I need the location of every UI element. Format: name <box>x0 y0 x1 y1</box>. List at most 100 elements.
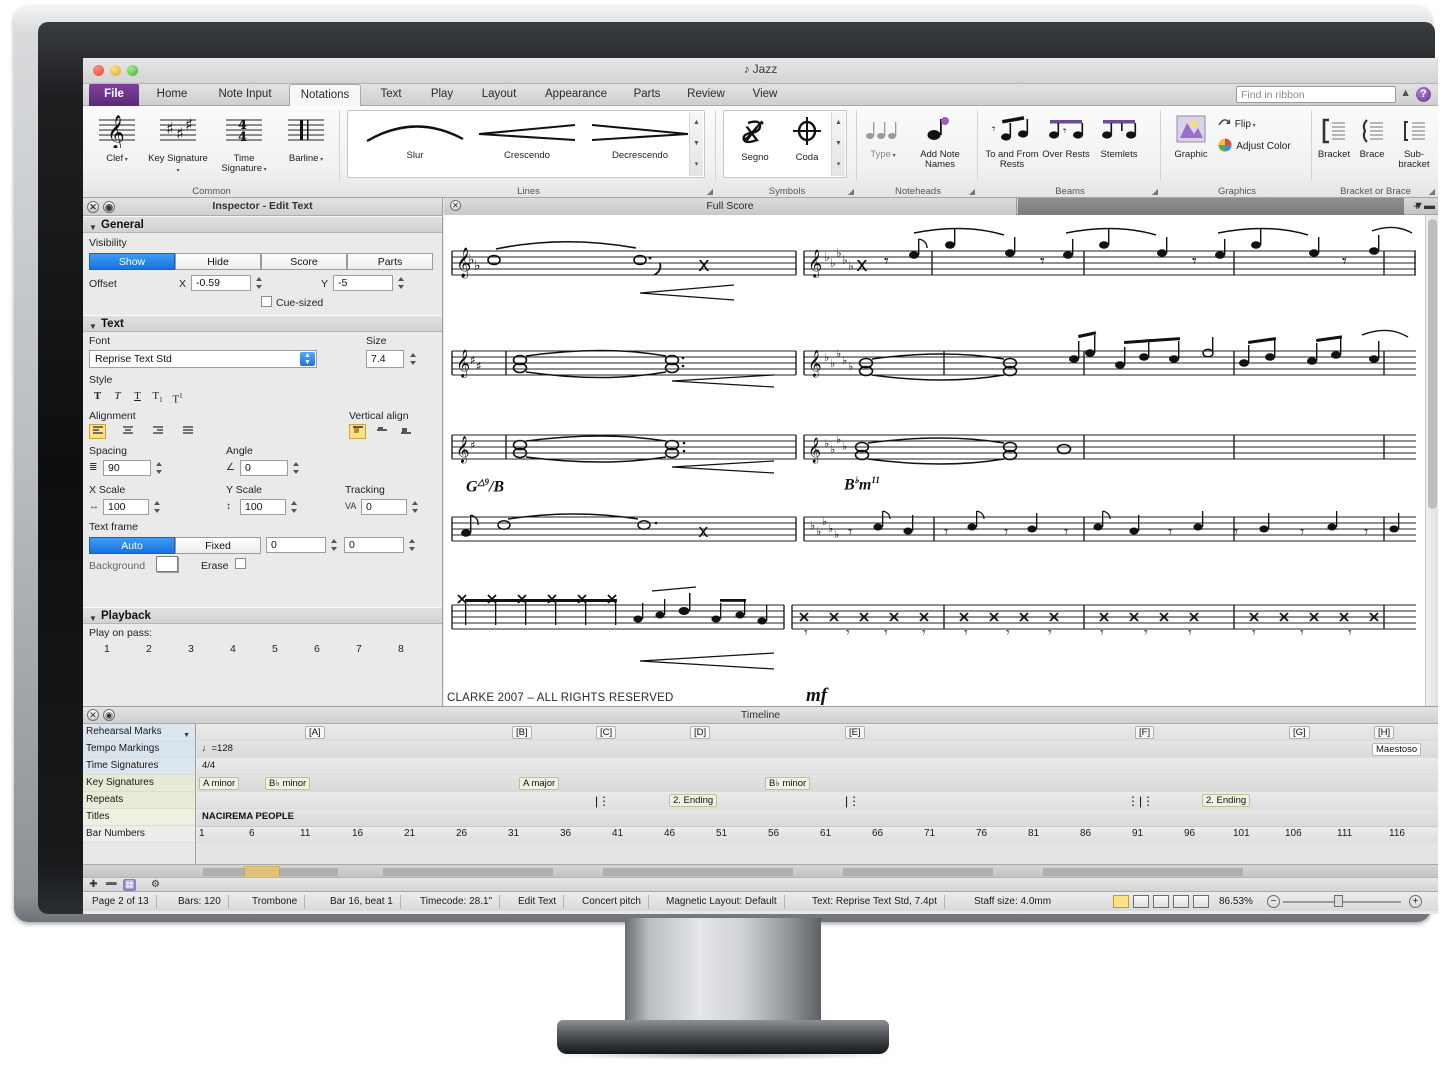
tab-text[interactable]: Text <box>367 84 415 106</box>
close-tab-icon[interactable]: ✕ <box>450 200 461 211</box>
inspector-close-button[interactable]: ✕ <box>87 201 99 213</box>
full-screen-icon[interactable] <box>1193 895 1209 908</box>
gallery-expand-icon[interactable]: ▾ <box>832 154 845 175</box>
play-pass-8[interactable]: 8 <box>398 643 404 655</box>
text-frame-height-stepper[interactable] <box>406 537 418 553</box>
valign-bottom-icon[interactable] <box>397 424 414 439</box>
timeline-row-label-bar-numbers[interactable]: Bar Numbers <box>83 826 195 843</box>
ribbon-button-add-note-names[interactable]: Add Note Names <box>906 116 974 171</box>
repeat-ending-2-first[interactable]: 2. Ending <box>669 794 717 807</box>
gallery-item-crescendo[interactable]: Crescendo <box>472 115 582 161</box>
cue-sized-checkbox[interactable] <box>261 296 272 307</box>
spacing-input[interactable]: 90 <box>103 460 151 476</box>
angle-input[interactable]: 0 <box>240 460 288 476</box>
noteheads-dialog-launcher-icon[interactable]: ◢ <box>969 187 975 196</box>
spreads-view-icon[interactable] <box>1133 895 1149 908</box>
symbols-dialog-launcher-icon[interactable]: ◢ <box>848 187 854 196</box>
key-signature-a-minor[interactable]: A minor <box>199 777 239 790</box>
style-subscript-icon[interactable]: T1 <box>149 388 166 403</box>
x-scale-input[interactable]: 100 <box>103 499 149 515</box>
zoom-in-button[interactable]: + <box>1409 895 1422 908</box>
rehearsal-mark-d[interactable]: [D] <box>690 726 710 739</box>
gallery-scroll-up-icon[interactable]: ▲ <box>832 112 845 133</box>
inspector-section-text[interactable]: ▼ Text <box>83 315 442 332</box>
offset-y-stepper[interactable] <box>395 275 407 291</box>
tab-layout[interactable]: Layout <box>469 84 529 106</box>
timeline-row-rehearsal-marks[interactable]: [A] [B] [C] [D] [E] [F] [G] [H] <box>197 724 1438 741</box>
align-right-icon[interactable] <box>149 424 166 439</box>
timeline-row-label-titles[interactable]: Titles <box>83 809 195 826</box>
tab-play[interactable]: Play <box>419 84 465 106</box>
symbols-gallery[interactable]: ▲ ▼ ▾ x <box>723 110 847 178</box>
ribbon-button-key-signature[interactable]: ♯ ♯ ♯ Key Signature <box>147 114 209 177</box>
tracking-stepper[interactable] <box>409 499 421 515</box>
inspector-section-playback[interactable]: ▼ Playback <box>83 607 442 624</box>
background-color-swatch[interactable] <box>156 556 178 572</box>
offset-x-stepper[interactable] <box>253 275 265 291</box>
help-icon[interactable]: ? <box>1416 87 1431 102</box>
timeline-row-key-signatures[interactable]: A minor B♭ minor A major B♭ minor <box>197 775 1438 792</box>
ribbon-button-graphic[interactable]: Graphic <box>1166 114 1216 160</box>
timeline-presets-icon[interactable]: ▦ <box>123 879 136 891</box>
gallery-item-coda[interactable]: Coda <box>782 115 832 163</box>
timeline-row-bar-numbers[interactable]: 1 6 11 16 21 26 31 36 41 46 51 56 <box>197 826 1438 843</box>
timeline-close-button[interactable]: ✕ <box>87 709 99 721</box>
ribbon-button-stemlets[interactable]: Stemlets <box>1093 116 1145 160</box>
play-pass-2[interactable]: 2 <box>146 643 152 655</box>
timeline-minimap[interactable] <box>83 864 1438 878</box>
score-canvas[interactable]: 𝄞 ♭ ♭ x 𝄞 ♭♭♭♭♭ <box>444 215 1438 706</box>
symbols-gallery-scrollbar[interactable]: ▲ ▼ ▾ <box>831 112 845 176</box>
double-page-icon[interactable] <box>1153 895 1169 908</box>
gallery-item-segno[interactable]: x Segno <box>730 115 780 163</box>
size-input[interactable]: 7.4 <box>366 350 404 368</box>
timeline-row-label-time-signatures[interactable]: Time Signatures <box>83 758 195 775</box>
play-pass-3[interactable]: 3 <box>188 643 194 655</box>
tab-parts[interactable]: Parts <box>623 84 671 106</box>
offset-y-input[interactable]: -5 <box>333 275 393 291</box>
rehearsal-mark-g[interactable]: [G] <box>1289 726 1310 739</box>
spacing-stepper[interactable] <box>153 460 165 476</box>
style-bold-icon[interactable]: T <box>89 388 106 403</box>
gallery-item-decrescendo[interactable]: Decrescendo <box>584 115 696 161</box>
angle-stepper[interactable] <box>290 460 302 476</box>
key-signature-a-major[interactable]: A major <box>519 777 559 790</box>
rehearsal-mark-f[interactable]: [F] <box>1135 726 1154 739</box>
ribbon-button-adjust-color[interactable]: Adjust Color <box>1218 138 1308 156</box>
play-pass-7[interactable]: 7 <box>356 643 362 655</box>
gallery-scroll-down-icon[interactable]: ▼ <box>832 133 845 154</box>
tracking-input[interactable]: 0 <box>361 499 407 515</box>
repeat-both-icon[interactable]: ⋮|⋮ <box>1127 794 1154 808</box>
timeline-row-label-rehearsal-marks[interactable]: Rehearsal Marks ▼ <box>83 724 195 741</box>
gallery-item-slur[interactable]: Slur <box>360 115 470 161</box>
play-pass-6[interactable]: 6 <box>314 643 320 655</box>
ribbon-search-input[interactable]: Find in ribbon <box>1236 86 1396 103</box>
ribbon-button-time-signature[interactable]: 4 4 Time Signature <box>213 114 275 176</box>
timeline-row-time-signatures[interactable]: 4/4 <box>197 758 1438 775</box>
visibility-score-button[interactable]: Score <box>261 253 347 270</box>
rehearsal-mark-b[interactable]: [B] <box>512 726 532 739</box>
tab-review[interactable]: Review <box>677 84 735 106</box>
panorama-view-icon[interactable] <box>1113 895 1129 908</box>
y-scale-input[interactable]: 100 <box>240 499 286 515</box>
tempo-marking-128[interactable]: ♩=128 <box>199 743 236 756</box>
repeat-ending-2-second[interactable]: 2. Ending <box>1202 794 1250 807</box>
text-frame-auto-button[interactable]: Auto <box>89 537 175 554</box>
align-justify-icon[interactable] <box>179 424 196 439</box>
score-vertical-scrollbar[interactable] <box>1425 215 1438 706</box>
tab-appearance[interactable]: Appearance <box>535 84 617 106</box>
valign-top-icon[interactable] <box>349 424 366 439</box>
ribbon-button-clef[interactable]: 𝄞 Clef <box>91 114 143 165</box>
play-pass-4[interactable]: 4 <box>230 643 236 655</box>
title-nacirema-people[interactable]: NACIREMA PEOPLE <box>199 811 297 824</box>
lines-gallery[interactable]: ▲ ▼ ▾ Slur <box>347 110 705 178</box>
timeline-row-label-tempo-markings[interactable]: Tempo Markings <box>83 741 195 758</box>
erase-checkbox[interactable] <box>235 558 246 569</box>
visibility-hide-button[interactable]: Hide <box>175 253 261 270</box>
timeline-zoom-out-icon[interactable]: ➖ <box>105 879 118 891</box>
tempo-marking-maestoso[interactable]: Maestoso <box>1372 743 1421 756</box>
tab-note-input[interactable]: Note Input <box>205 84 285 106</box>
size-stepper[interactable] <box>407 351 419 367</box>
play-pass-5[interactable]: 5 <box>272 643 278 655</box>
style-italic-icon[interactable]: T <box>109 388 126 403</box>
timeline-row-label-repeats[interactable]: Repeats <box>83 792 195 809</box>
